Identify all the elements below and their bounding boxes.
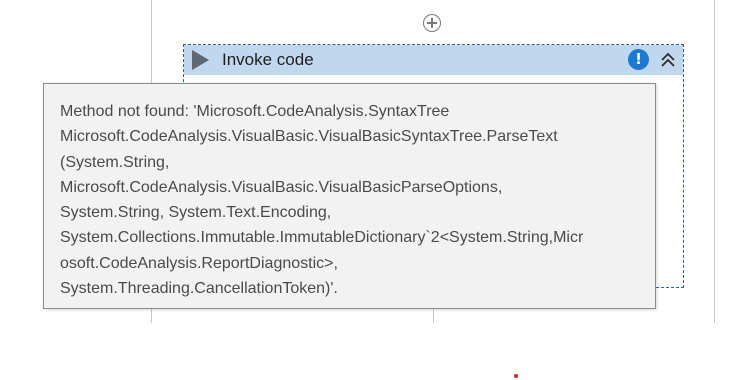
exclamation-icon[interactable]: ! xyxy=(628,49,649,70)
workflow-canvas: Invoke code ! Method not found: 'Microso… xyxy=(0,0,745,380)
tooltip-line: System.Threading.CancellationToken)'. xyxy=(60,280,338,298)
tooltip-line: osoft.CodeAnalysis.ReportDiagnostic>, xyxy=(60,254,338,272)
sequence-right-border xyxy=(714,0,715,323)
play-icon xyxy=(192,50,209,70)
tooltip-line: Microsoft.CodeAnalysis.VisualBasic.Visua… xyxy=(60,178,503,196)
cursor-dot xyxy=(514,374,518,378)
add-activity-plus-circle-icon[interactable] xyxy=(423,14,441,32)
tooltip-line: System.Collections.Immutable.ImmutableDi… xyxy=(60,229,584,247)
chevron-double-up-icon[interactable] xyxy=(659,51,677,69)
error-tooltip: Method not found: 'Microsoft.CodeAnalysi… xyxy=(43,83,656,309)
tooltip-line: Method not found: 'Microsoft.CodeAnalysi… xyxy=(60,103,450,120)
tooltip-line: System.String, System.Text.Encoding, xyxy=(60,204,332,222)
activity-title: Invoke code xyxy=(222,50,314,69)
tooltip-line: Microsoft.CodeAnalysis.VisualBasic.Visua… xyxy=(60,128,558,146)
tooltip-line: (System.String, xyxy=(60,153,170,171)
activity-header[interactable]: Invoke code ! xyxy=(184,45,683,75)
